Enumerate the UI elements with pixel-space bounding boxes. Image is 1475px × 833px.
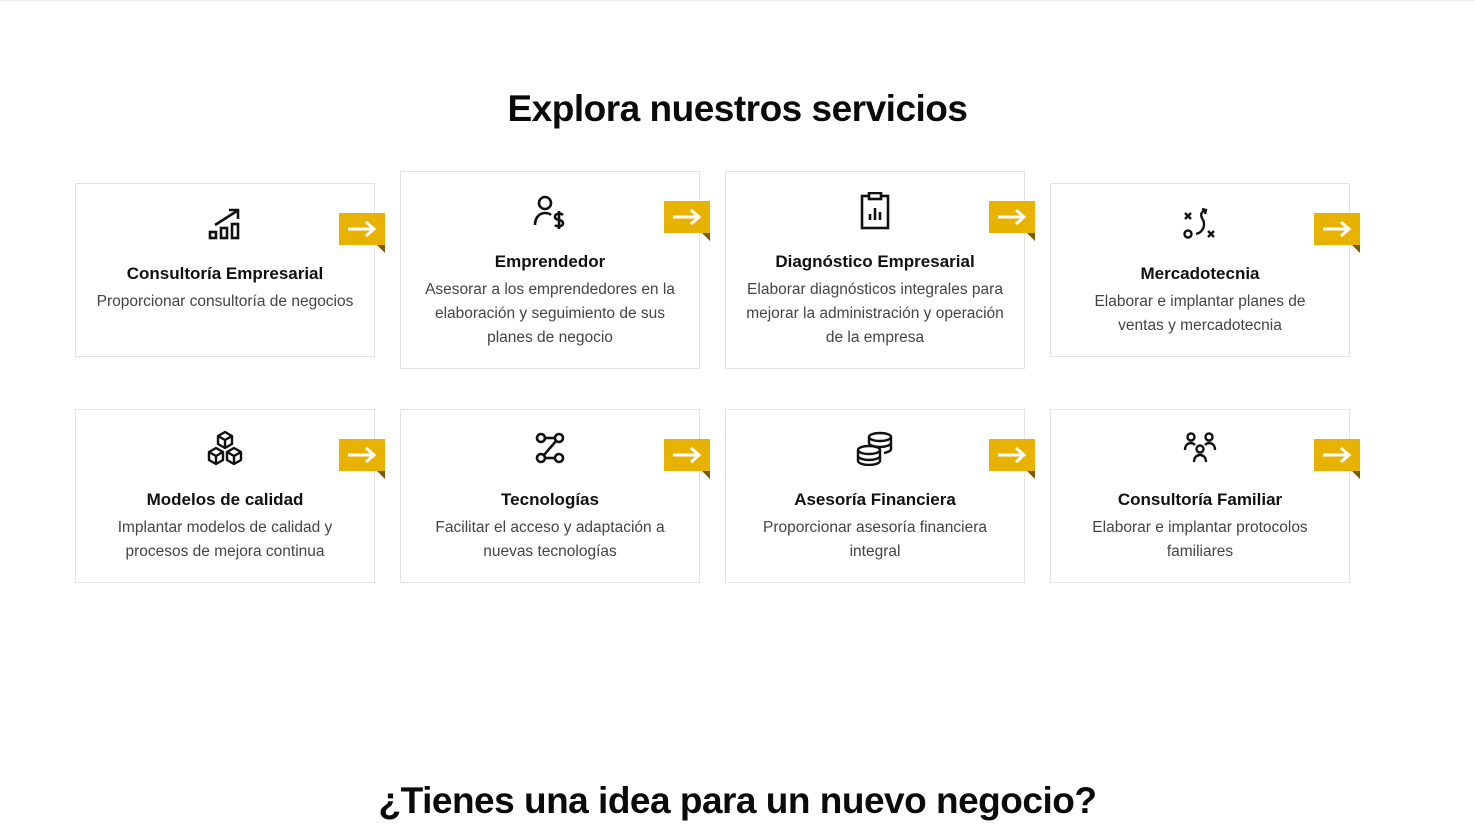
cta-title: ¿Tienes una idea para un nuevo negocio? [378,780,1097,821]
services-title: Explora nuestros servicios [507,88,968,129]
chart-growth-icon [76,206,374,242]
route-icon [401,430,699,466]
arrow-right-icon [998,208,1027,226]
clipboard-chart-icon [726,192,1024,230]
card-arrow-button[interactable] [1314,213,1360,253]
arrow-right-icon [1323,220,1352,238]
card-arrow-button[interactable] [1314,439,1360,479]
arrow-right-icon [673,446,702,464]
service-card-tecnologias[interactable]: Tecnologías Facilitar el acceso y adapta… [400,409,710,583]
cubes-icon [76,430,374,466]
card-description: Implantar modelos de calidad y procesos … [117,519,333,560]
arrow-right-icon [348,446,377,464]
card-title: Consultoría Familiar [1117,490,1283,509]
card-title: Asesoría Financiera [794,490,956,509]
card-description: Elaborar diagnósticos integrales para me… [746,281,1004,346]
service-card-modelos-calidad[interactable]: Modelos de calidad Implantar modelos de … [75,409,385,583]
card-description: Elaborar e implantar planes de ventas y … [1094,293,1306,334]
card-description: Facilitar el acceso y adaptación a nueva… [435,519,665,560]
arrow-right-icon [348,220,377,238]
card-title: Diagnóstico Empresarial [775,252,975,271]
card-description: Asesorar a los emprendedores en la elabo… [425,281,675,346]
top-divider [0,0,1475,1]
strategy-play-icon [1051,206,1349,242]
card-arrow-button[interactable] [339,439,385,479]
service-card-mercadotecnia[interactable]: Mercadotecnia Elaborar e implantar plane… [1050,183,1360,357]
card-title: Tecnologías [501,490,599,509]
arrow-right-icon [1323,446,1352,464]
card-title: Consultoría Empresarial [126,264,324,283]
card-title: Modelos de calidad [146,490,304,509]
service-card-asesoria-financiera[interactable]: Asesoría Financiera Proporcionar asesorí… [725,409,1035,583]
card-description: Proporcionar asesoría financiera integra… [762,519,987,560]
family-icon [1051,430,1349,466]
card-arrow-button[interactable] [664,439,710,479]
service-card-emprendedor[interactable]: Emprendedor Asesorar a los emprendedores… [400,171,710,369]
service-card-consultoria-familiar[interactable]: Consultoría Familiar Elaborar e implanta… [1050,409,1360,583]
card-arrow-button[interactable] [339,213,385,253]
card-arrow-button[interactable] [989,439,1035,479]
service-card-diagnostico-empresarial[interactable]: Diagnóstico Empresarial Elaborar diagnós… [725,171,1035,369]
service-card-consultoria-empresarial[interactable]: Consultoría Empresarial Proporcionar con… [75,183,385,357]
card-title: Mercadotecnia [1140,264,1260,283]
card-arrow-button[interactable] [664,201,710,241]
user-dollar-icon [401,194,699,230]
card-description: Elaborar e implantar protocolos familiar… [1092,519,1308,560]
card-arrow-button[interactable] [989,201,1035,241]
coins-stack-icon [726,430,1024,466]
card-title: Emprendedor [494,252,606,271]
arrow-right-icon [998,446,1027,464]
arrow-right-icon [673,208,702,226]
card-description: Proporcionar consultoría de negocios [96,293,354,310]
